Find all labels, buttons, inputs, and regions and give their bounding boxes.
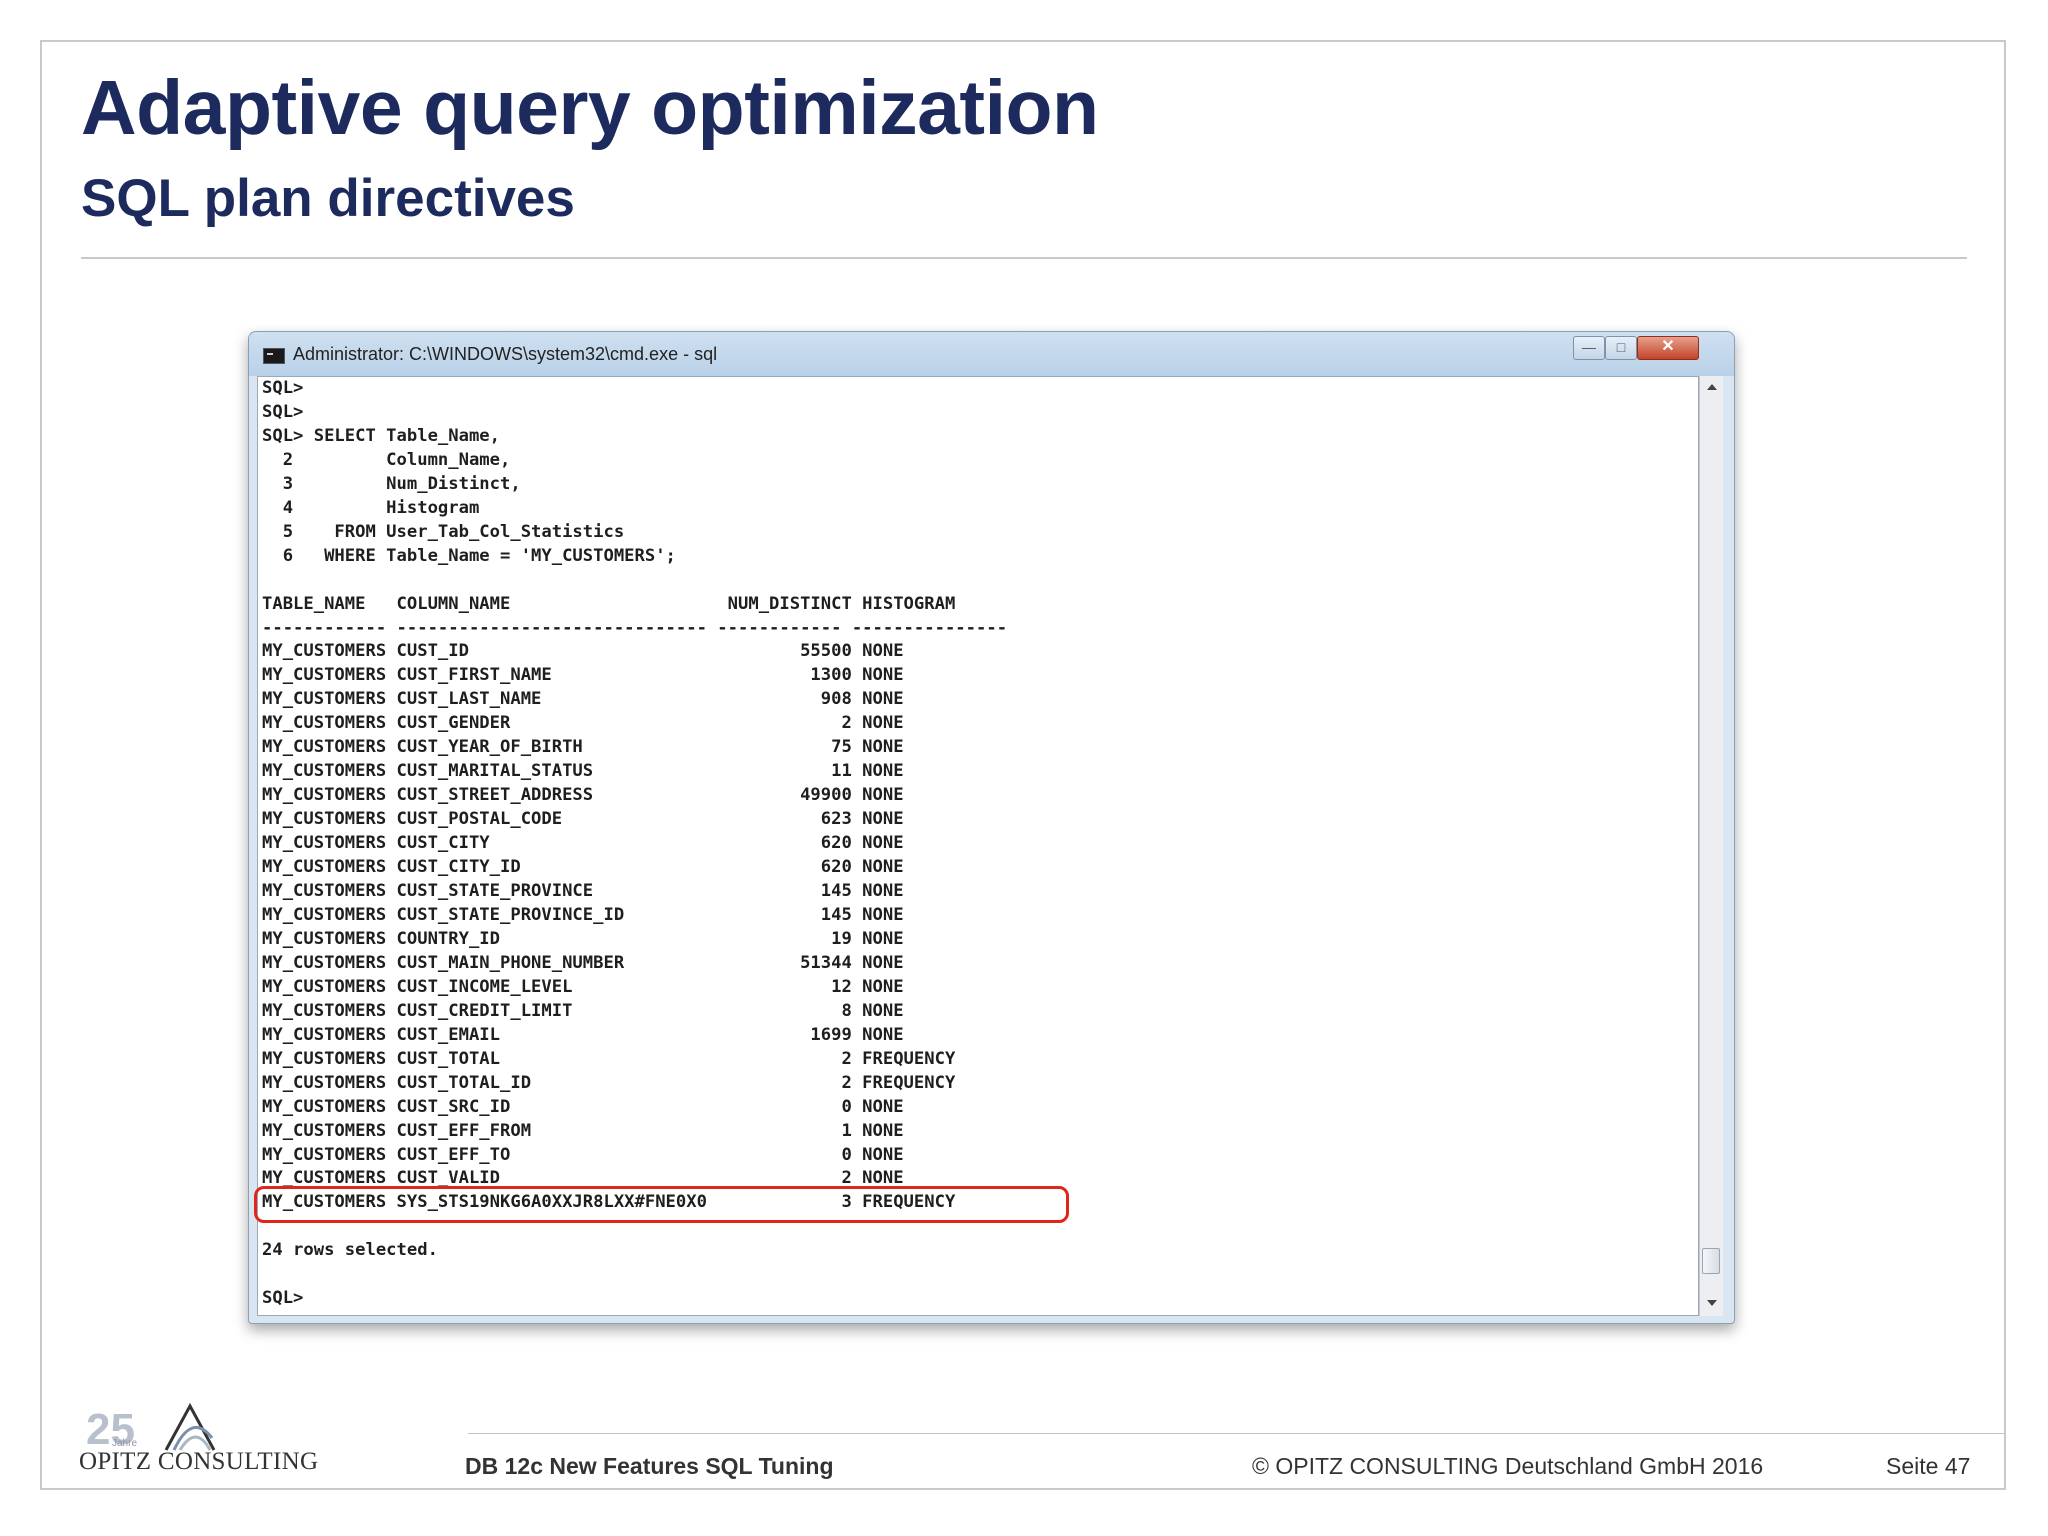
- cmd-window: Administrator: C:\WINDOWS\system32\cmd.e…: [248, 331, 1735, 1324]
- console-line: MY_CUSTOMERS CUST_MAIN_PHONE_NUMBER 5134…: [262, 952, 904, 973]
- footer-page-number: Seite 47: [1886, 1453, 1971, 1479]
- maximize-button[interactable]: □: [1605, 336, 1637, 360]
- footer-copyright: © OPITZ CONSULTING Deutschland GmbH 2016: [1252, 1453, 1764, 1479]
- console-line: MY_CUSTOMERS COUNTRY_ID 19 NONE: [262, 928, 904, 949]
- vertical-scrollbar[interactable]: [1699, 376, 1723, 1316]
- console-line: SQL> SELECT Table_Name,: [262, 425, 500, 446]
- console-line: TABLE_NAME COLUMN_NAME NUM_DISTINCT HIST…: [262, 593, 956, 614]
- console-line: MY_CUSTOMERS CUST_EFF_TO 0 NONE: [262, 1144, 904, 1165]
- logo-text: OPITZ CONSULTING: [79, 1448, 319, 1475]
- highlight-box: [254, 1186, 1069, 1223]
- console-line: ------------ ---------------------------…: [262, 617, 1008, 638]
- console-line: MY_CUSTOMERS CUST_POSTAL_CODE 623 NONE: [262, 809, 904, 830]
- minimize-button[interactable]: —: [1573, 336, 1605, 360]
- console-line: MY_CUSTOMERS CUST_CITY 620 NONE: [262, 833, 904, 854]
- cmd-icon: [263, 348, 285, 364]
- console-output[interactable]: SQL> SQL> SQL> SELECT Table_Name, 2 Colu…: [257, 376, 1699, 1316]
- console-line: MY_CUSTOMERS CUST_FIRST_NAME 1300 NONE: [262, 665, 904, 686]
- console-line: MY_CUSTOMERS CUST_ID 55500 NONE: [262, 641, 904, 662]
- slide-title: Adaptive query optimization: [81, 65, 1099, 151]
- console-line: MY_CUSTOMERS CUST_CREDIT_LIMIT 8 NONE: [262, 1000, 904, 1021]
- console-line: MY_CUSTOMERS CUST_CITY_ID 620 NONE: [262, 857, 904, 878]
- console-text: SQL> SQL> SQL> SELECT Table_Name, 2 Colu…: [262, 377, 1007, 1311]
- footer-title: DB 12c New Features SQL Tuning: [465, 1453, 834, 1479]
- console-line: MY_CUSTOMERS CUST_EMAIL 1699 NONE: [262, 1024, 904, 1045]
- console-line: MY_CUSTOMERS CUST_GENDER 2 NONE: [262, 713, 904, 734]
- console-line: MY_CUSTOMERS CUST_YEAR_OF_BIRTH 75 NONE: [262, 737, 904, 758]
- window-title: Administrator: C:\WINDOWS\system32\cmd.e…: [293, 344, 718, 364]
- close-icon: ✕: [1661, 338, 1675, 355]
- maximize-icon: □: [1616, 339, 1626, 355]
- console-line: MY_CUSTOMERS CUST_SRC_ID 0 NONE: [262, 1096, 904, 1117]
- console-line: 5 FROM User_Tab_Col_Statistics: [262, 521, 625, 542]
- console-line: MY_CUSTOMERS CUST_INCOME_LEVEL 12 NONE: [262, 976, 904, 997]
- console-line: 4 Histogram: [262, 497, 480, 518]
- scroll-down-icon[interactable]: [1707, 1300, 1717, 1306]
- footer-divider: [468, 1433, 2006, 1434]
- window-titlebar[interactable]: Administrator: C:\WINDOWS\system32\cmd.e…: [249, 332, 1734, 376]
- console-line: MY_CUSTOMERS CUST_MARITAL_STATUS 11 NONE: [262, 761, 904, 782]
- console-line: 2 Column_Name,: [262, 449, 511, 470]
- scrollbar-thumb[interactable]: [1702, 1248, 1720, 1274]
- close-button[interactable]: ✕: [1637, 336, 1699, 360]
- console-line: MY_CUSTOMERS CUST_EFF_FROM 1 NONE: [262, 1120, 904, 1141]
- title-divider: [81, 257, 1967, 259]
- console-line: MY_CUSTOMERS CUST_TOTAL 2 FREQUENCY: [262, 1048, 956, 1069]
- console-line: SQL>: [262, 401, 304, 422]
- console-line: MY_CUSTOMERS CUST_STATE_PROVINCE_ID 145 …: [262, 904, 904, 925]
- slide-subtitle: SQL plan directives: [81, 169, 575, 228]
- console-line: SQL>: [262, 1288, 304, 1309]
- console-line: MY_CUSTOMERS CUST_LAST_NAME 908 NONE: [262, 689, 904, 710]
- console-line: MY_CUSTOMERS CUST_STATE_PROVINCE 145 NON…: [262, 881, 904, 902]
- minimize-icon: —: [1582, 339, 1596, 355]
- console-line: MY_CUSTOMERS CUST_STREET_ADDRESS 49900 N…: [262, 785, 904, 806]
- console-line: SQL>: [262, 378, 304, 398]
- console-line: MY_CUSTOMERS CUST_TOTAL_ID 2 FREQUENCY: [262, 1072, 956, 1093]
- scroll-up-icon[interactable]: [1707, 384, 1717, 390]
- console-line: 6 WHERE Table_Name = 'MY_CUSTOMERS';: [262, 545, 676, 566]
- console-line: 3 Num_Distinct,: [262, 473, 521, 494]
- console-line: 24 rows selected.: [262, 1240, 438, 1261]
